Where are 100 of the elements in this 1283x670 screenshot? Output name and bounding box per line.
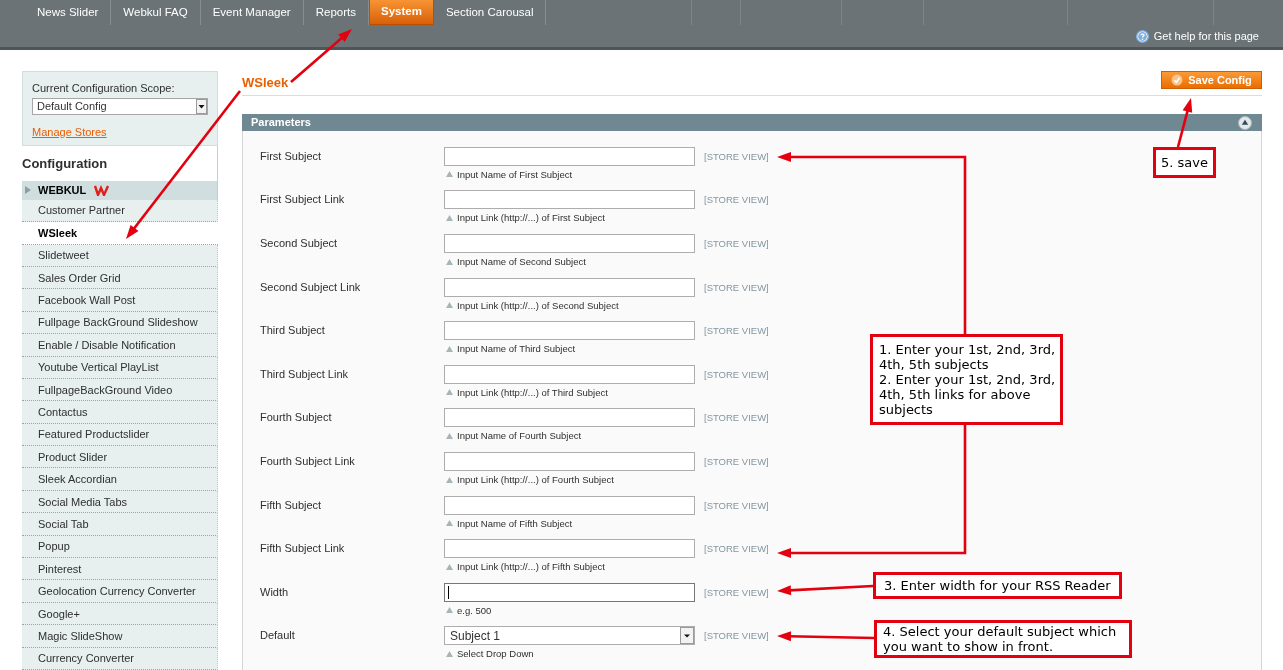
triangle-icon — [446, 214, 453, 221]
field-label: Second Subject Link — [260, 280, 361, 294]
field-label: Third Subject — [260, 324, 325, 338]
input-field[interactable] — [444, 582, 695, 602]
field-hint: e.g. 500 — [457, 604, 492, 616]
callout-text: 3. Enter width for your RSS Reader — [884, 578, 1111, 593]
input-field[interactable] — [444, 408, 695, 428]
page-title: WSleek — [242, 74, 289, 90]
sidebar-item[interactable]: Contactus — [22, 401, 218, 424]
field-hint: Input Name of First Subject — [457, 168, 573, 180]
field-label: Fourth Subject — [260, 411, 332, 425]
scope-label: [STORE VIEW] — [704, 629, 769, 642]
triangle-icon — [446, 563, 453, 570]
sidebar-item[interactable]: Facebook Wall Post — [22, 289, 218, 312]
sidebar-item[interactable]: Sleek Accordian — [22, 468, 218, 491]
section-label: WEBKUL — [38, 182, 87, 198]
callout-text: 5. save — [1161, 155, 1208, 170]
triangle-icon — [446, 520, 453, 527]
callout-text: 1. Enter your 1st, 2nd, 3rd, 4th, 5th subjects — [879, 342, 1057, 372]
triangle-icon — [446, 171, 453, 178]
triangle-icon — [446, 432, 453, 439]
scope-label: [STORE VIEW] — [704, 498, 769, 511]
callout-text: 4. Select your default subject which you want to show in front. — [883, 624, 1118, 654]
triangle-icon — [446, 258, 453, 265]
scope-label: Current Configuration Scope: — [32, 82, 175, 95]
scope-label: [STORE VIEW] — [704, 542, 769, 555]
collapse-icon — [1238, 115, 1252, 130]
field-label: Fifth Subject Link — [260, 542, 345, 556]
sidebar-item[interactable]: Google+ — [22, 602, 218, 626]
scope-label: [STORE VIEW] — [704, 193, 769, 206]
sidebar-item[interactable]: FullpageBackGround Video — [22, 378, 218, 402]
field-hint: Input Name of Second Subject — [457, 256, 586, 268]
sidebar-item[interactable]: Currency Converter — [22, 647, 218, 670]
logo-icon — [94, 184, 110, 196]
input-field[interactable] — [444, 190, 695, 210]
sidebar-item[interactable]: Product Slider — [22, 446, 218, 469]
sidebar-item[interactable]: Popup — [22, 535, 218, 559]
triangle-icon — [446, 389, 453, 396]
nav-tab[interactable]: Webkul FAQ — [111, 0, 201, 25]
scope-label: [STORE VIEW] — [704, 455, 769, 468]
scope-label: [STORE VIEW] — [704, 237, 769, 250]
triangle-icon — [446, 302, 453, 309]
sidebar-item[interactable]: Pinterest — [22, 558, 218, 581]
triangle-icon — [446, 607, 453, 614]
input-field[interactable] — [444, 539, 695, 559]
field-hint: Input Link (http://...) of First Subject — [457, 212, 605, 224]
sidebar-item[interactable]: Enable / Disable Notification — [22, 334, 218, 357]
sidebar-item[interactable]: Geolocation Currency Converter — [22, 580, 218, 603]
sidebar-item[interactable]: Social Tab — [22, 513, 218, 536]
input-field[interactable] — [444, 277, 695, 297]
scope-label: [STORE VIEW] — [704, 324, 769, 337]
text-cursor-icon — [448, 585, 449, 599]
scope-label: [STORE VIEW] — [704, 280, 769, 293]
scope-label: [STORE VIEW] — [704, 367, 769, 380]
field-label: First Subject — [260, 149, 322, 163]
field-hint: Input Name of Third Subject — [457, 343, 576, 355]
triangle-icon — [446, 476, 453, 483]
scope-dropdown[interactable]: Default Config — [32, 98, 208, 115]
scope-label: [STORE VIEW] — [704, 149, 769, 162]
field-label: Width — [260, 585, 289, 599]
scope-label: [STORE VIEW] — [704, 411, 769, 424]
triangle-icon — [446, 345, 453, 352]
field-hint: Select Drop Down — [457, 648, 534, 660]
nav-tab[interactable]: Event Manager — [200, 0, 304, 25]
help-icon — [1135, 30, 1149, 43]
field-label: Default — [260, 629, 295, 643]
triangle-icon — [25, 186, 31, 195]
scope-label: [STORE VIEW] — [704, 585, 769, 598]
triangle-icon — [446, 650, 453, 657]
sidebar-item[interactable]: Featured Productslider — [22, 423, 218, 447]
sidebar-item[interactable]: Sales Order Grid — [22, 266, 218, 290]
field-label: Fourth Subject Link — [260, 455, 355, 469]
field-hint: Input Name of Fourth Subject — [457, 430, 582, 442]
sidebar-item[interactable]: Magic SlideShow — [22, 625, 218, 648]
sidebar-item[interactable]: Slidetweet — [22, 244, 218, 267]
input-field[interactable] — [444, 364, 695, 384]
nav-tab[interactable]: Section Carousal — [433, 0, 547, 25]
field-hint: Input Link (http://...) of Second Subject — [457, 299, 619, 311]
field-label: First Subject Link — [260, 193, 345, 207]
sidebar-item[interactable]: Social Media Tabs — [22, 490, 218, 514]
check-icon — [1171, 74, 1184, 86]
field-label: Third Subject Link — [260, 367, 349, 381]
nav-tab[interactable]: Reports — [303, 0, 369, 25]
nav-tab[interactable]: News Slider — [25, 0, 112, 25]
field-hint: Input Link (http://...) of Fourth Subject — [457, 474, 614, 486]
field-hint: Input Name of Fifth Subject — [457, 517, 573, 529]
panel-title: Parameters — [251, 115, 311, 131]
input-field[interactable] — [444, 321, 695, 341]
input-field[interactable] — [444, 452, 695, 472]
input-field[interactable] — [444, 495, 695, 515]
sidebar-item[interactable]: Youtube Vertical PlayList — [22, 356, 218, 379]
section-header[interactable]: WEBKUL — [22, 180, 218, 200]
field-hint: Input Link (http://...) of Third Subject — [457, 386, 608, 398]
field-label: Second Subject — [260, 237, 338, 251]
field-hint: Input Link (http://...) of Fifth Subject — [457, 561, 605, 573]
input-field[interactable] — [444, 146, 695, 166]
sidebar-item[interactable]: Fullpage BackGround Slideshow — [22, 311, 218, 335]
dropdown[interactable]: Subject 1 — [444, 626, 695, 646]
help-link[interactable]: Get help for this page — [1153, 28, 1259, 45]
input-field[interactable] — [444, 234, 695, 254]
